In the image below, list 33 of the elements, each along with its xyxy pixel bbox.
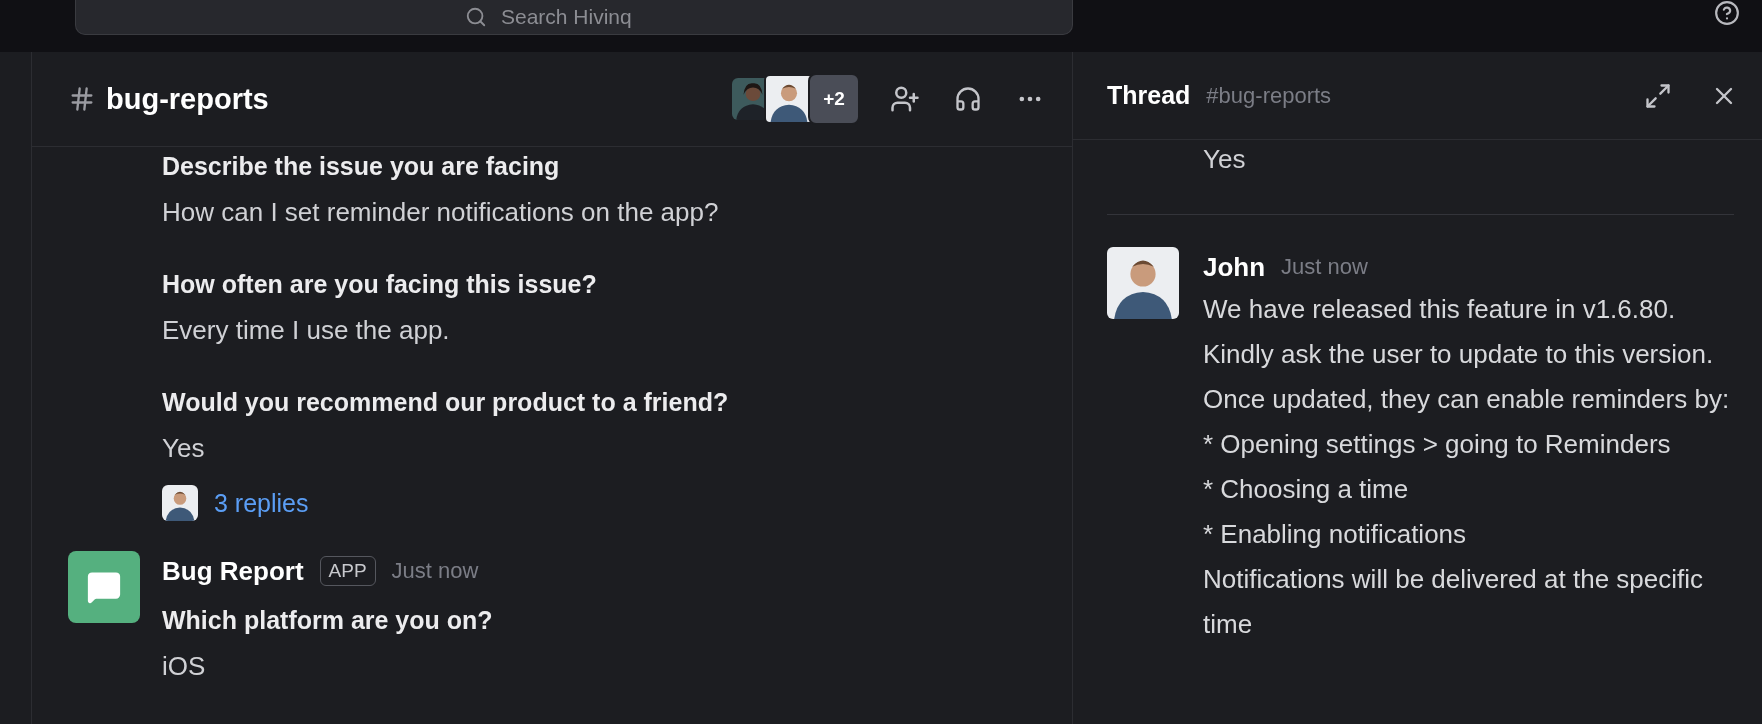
channel-title: bug-reports [106,82,269,116]
form-question: How often are you facing this issue? [162,269,598,299]
timestamp: Just now [1281,254,1368,280]
timestamp: Just now [391,558,479,584]
message-text: Notifications will be delivered at the specific time [1203,563,1705,641]
message-text: We have released this feature in v1.6.80. Kindly ask the user to update to this version. Once updated, they can enable reminders by: [1203,293,1731,416]
help-icon[interactable] [1714,0,1740,26]
message-text: * Opening settings > going to Reminders [1203,428,1672,461]
form-question: Would you recommend our product to a friend? [162,387,730,417]
form-answer: iOS [162,651,207,681]
member-count[interactable]: +2 [808,73,860,125]
form-answer: Yes [1202,144,1247,174]
expand-icon[interactable] [1644,81,1672,110]
form-answer: Every time I use the app. [162,315,451,345]
app-icon [68,551,140,623]
replies-link[interactable]: 3 replies [214,488,309,518]
form-question: Which platform are you on? [162,605,494,635]
thread-channel: #bug-reports [1206,82,1332,109]
message-text: * Enabling notifications [1203,518,1468,551]
form-question: Describe the issue you are facing [162,151,561,181]
form-answer: Yes [162,433,206,463]
message-text: * Choosing a time [1203,473,1410,506]
headphones-icon[interactable] [954,85,982,113]
add-member-icon[interactable] [890,84,920,114]
app-badge: APP [319,556,376,586]
form-answer: How can I set reminder notifications on the app? [162,197,720,227]
thread-title: Thread [1107,81,1191,110]
author-name: Bug Report [162,555,304,587]
avatar [1107,247,1179,319]
search-field[interactable]: Search Hivinq [499,3,683,30]
search-icon [465,5,487,28]
avatar [162,485,198,521]
author-name: John [1203,251,1266,283]
